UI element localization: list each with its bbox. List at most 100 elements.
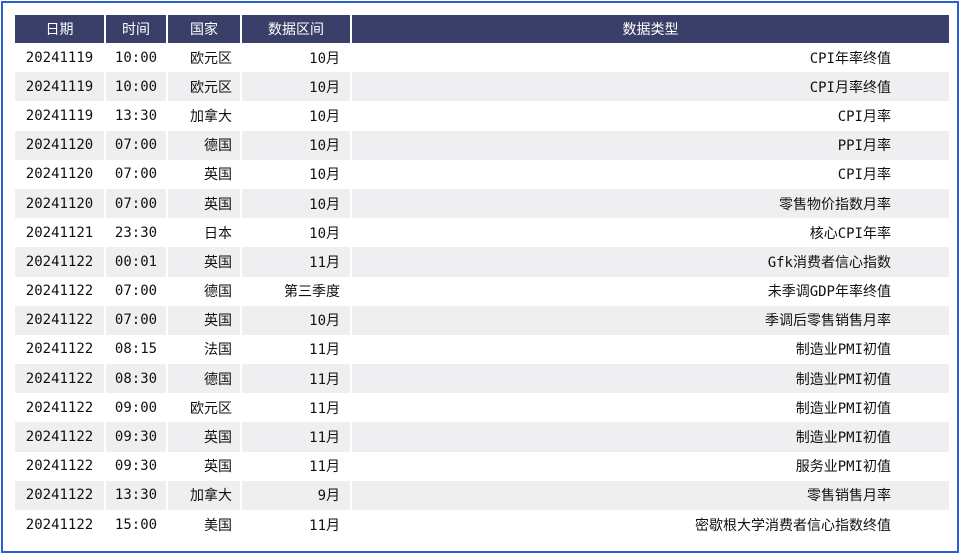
cell-country: 欧元区 xyxy=(167,43,242,73)
cell-data-type: CPI月率 xyxy=(351,101,949,131)
table-row: 20241120 07:00 德国 10月 PPI月率 xyxy=(15,130,949,160)
cell-period: 10月 xyxy=(241,43,352,73)
cell-period: 10月 xyxy=(241,188,352,219)
cell-date: 20241122 xyxy=(15,451,106,481)
cell-data-type: CPI月率 xyxy=(351,159,949,189)
cell-data-type: 制造业PMI初值 xyxy=(351,334,949,365)
cell-date: 20241122 xyxy=(15,247,106,277)
cell-period: 9月 xyxy=(241,480,352,510)
cell-date: 20241119 xyxy=(15,43,106,73)
cell-country: 英国 xyxy=(167,247,242,277)
cell-period: 11月 xyxy=(241,364,352,394)
cell-time: 07:00 xyxy=(105,130,168,160)
cell-period: 10月 xyxy=(241,218,352,248)
cell-period: 10月 xyxy=(241,130,352,160)
cell-data-type: 密歇根大学消费者信心指数终值 xyxy=(351,510,949,540)
table-row: 20241119 10:00 欧元区 10月 CPI年率终值 xyxy=(15,43,949,73)
cell-period: 11月 xyxy=(241,451,352,481)
cell-time: 07:00 xyxy=(105,188,168,219)
cell-date: 20241119 xyxy=(15,101,106,131)
cell-time: 09:30 xyxy=(105,451,168,481)
cell-time: 07:00 xyxy=(105,305,168,335)
cell-period: 11月 xyxy=(241,393,352,423)
table-header-row: 日期 时间 国家 数据区间 数据类型 xyxy=(15,15,949,43)
cell-time: 13:30 xyxy=(105,480,168,510)
cell-data-type: 制造业PMI初值 xyxy=(351,393,949,423)
table-row: 20241122 09:30 英国 11月 制造业PMI初值 xyxy=(15,422,949,452)
cell-date: 20241122 xyxy=(15,422,106,452)
cell-date: 20241122 xyxy=(15,364,106,394)
economic-calendar-table: 日期 时间 国家 数据区间 数据类型 20241119 10:00 欧元区 10月 CP… xyxy=(15,15,949,540)
table-row: 20241122 07:00 英国 10月 季调后零售销售月率 xyxy=(15,305,949,335)
cell-data-type: CPI月率终值 xyxy=(351,72,949,102)
cell-data-type: 季调后零售销售月率 xyxy=(351,305,949,335)
cell-country: 日本 xyxy=(167,218,242,248)
cell-date: 20241120 xyxy=(15,159,106,189)
cell-country: 英国 xyxy=(167,188,242,219)
cell-time: 10:00 xyxy=(105,72,168,102)
table-row: 20241122 13:30 加拿大 9月 零售销售月率 xyxy=(15,480,949,510)
cell-period: 10月 xyxy=(241,72,352,102)
cell-time: 09:00 xyxy=(105,393,168,423)
cell-period: 第三季度 xyxy=(241,276,352,306)
table-row: 20241122 00:01 英国 11月 Gfk消费者信心指数 xyxy=(15,247,949,277)
cell-date: 20241122 xyxy=(15,480,106,510)
cell-period: 11月 xyxy=(241,510,352,540)
cell-time: 00:01 xyxy=(105,247,168,277)
table-row: 20241120 07:00 英国 10月 CPI月率 xyxy=(15,159,949,189)
table-row: 20241122 09:30 英国 11月 服务业PMI初值 xyxy=(15,451,949,481)
cell-date: 20241122 xyxy=(15,510,106,540)
cell-country: 德国 xyxy=(167,276,242,306)
cell-country: 德国 xyxy=(167,364,242,394)
cell-country: 英国 xyxy=(167,451,242,481)
cell-country: 法国 xyxy=(167,334,242,365)
cell-date: 20241122 xyxy=(15,334,106,365)
table-frame: 日期 时间 国家 数据区间 数据类型 20241119 10:00 欧元区 10月 CP… xyxy=(1,1,959,553)
cell-date: 20241121 xyxy=(15,218,106,248)
cell-time: 07:00 xyxy=(105,159,168,189)
cell-time: 09:30 xyxy=(105,422,168,452)
cell-data-type: PPI月率 xyxy=(351,130,949,160)
cell-date: 20241119 xyxy=(15,72,106,102)
cell-country: 德国 xyxy=(167,130,242,160)
table-row: 20241122 09:00 欧元区 11月 制造业PMI初值 xyxy=(15,393,949,423)
cell-time: 08:15 xyxy=(105,334,168,365)
table-row: 20241119 10:00 欧元区 10月 CPI月率终值 xyxy=(15,72,949,102)
header-country: 国家 xyxy=(167,15,242,43)
cell-data-type: 未季调GDP年率终值 xyxy=(351,276,949,306)
cell-date: 20241122 xyxy=(15,393,106,423)
cell-country: 欧元区 xyxy=(167,72,242,102)
cell-date: 20241120 xyxy=(15,188,106,219)
table-row: 20241122 15:00 美国 11月 密歇根大学消费者信心指数终值 xyxy=(15,510,949,540)
cell-period: 10月 xyxy=(241,159,352,189)
cell-data-type: 核心CPI年率 xyxy=(351,218,949,248)
cell-country: 加拿大 xyxy=(167,480,242,510)
cell-country: 英国 xyxy=(167,422,242,452)
cell-country: 英国 xyxy=(167,305,242,335)
cell-data-type: 零售物价指数月率 xyxy=(351,188,949,219)
cell-time: 23:30 xyxy=(105,218,168,248)
cell-country: 欧元区 xyxy=(167,393,242,423)
cell-data-type: CPI年率终值 xyxy=(351,43,949,73)
table-row: 20241122 07:00 德国 第三季度 未季调GDP年率终值 xyxy=(15,276,949,306)
table-row: 20241121 23:30 日本 10月 核心CPI年率 xyxy=(15,218,949,248)
header-time: 时间 xyxy=(105,15,168,43)
table-body: 20241119 10:00 欧元区 10月 CPI年率终值 20241119 10:00 欧… xyxy=(15,43,949,540)
cell-data-type: 零售销售月率 xyxy=(351,480,949,510)
cell-data-type: 制造业PMI初值 xyxy=(351,422,949,452)
cell-time: 08:30 xyxy=(105,364,168,394)
cell-time: 10:00 xyxy=(105,43,168,73)
cell-data-type: 服务业PMI初值 xyxy=(351,451,949,481)
cell-country: 加拿大 xyxy=(167,101,242,131)
cell-time: 07:00 xyxy=(105,276,168,306)
header-date: 日期 xyxy=(15,15,106,43)
cell-period: 11月 xyxy=(241,334,352,365)
table-row: 20241122 08:30 德国 11月 制造业PMI初值 xyxy=(15,364,949,394)
cell-period: 11月 xyxy=(241,247,352,277)
cell-date: 20241122 xyxy=(15,305,106,335)
cell-period: 10月 xyxy=(241,101,352,131)
table-row: 20241122 08:15 法国 11月 制造业PMI初值 xyxy=(15,334,949,365)
table-row: 20241120 07:00 英国 10月 零售物价指数月率 xyxy=(15,188,949,219)
cell-data-type: 制造业PMI初值 xyxy=(351,364,949,394)
header-data-type: 数据类型 xyxy=(351,15,949,43)
